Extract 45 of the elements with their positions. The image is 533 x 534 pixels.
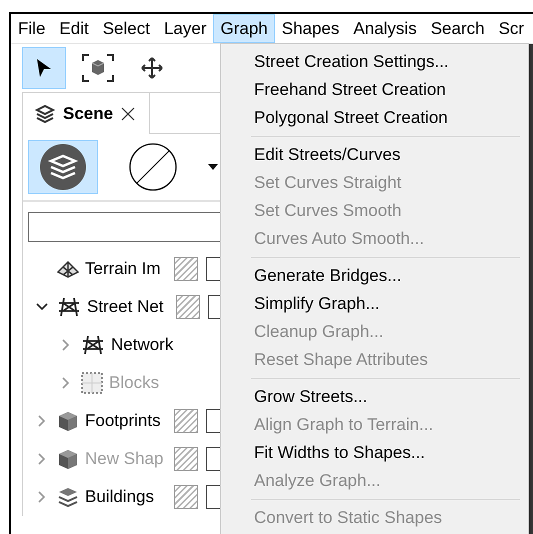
menu-item[interactable]: Street Creation Settings... [221, 48, 528, 76]
layer-name[interactable]: Network [111, 335, 197, 355]
menu-title[interactable]: Shapes [274, 14, 346, 43]
menu-item[interactable]: Fit Widths to Shapes... [221, 439, 528, 467]
pointer-icon [36, 58, 52, 78]
layers-icon [39, 143, 87, 191]
menu-item[interactable]: Edit Streets/Curves [221, 141, 528, 169]
menu-item[interactable]: Simplify Graph... [221, 290, 528, 318]
menu-item[interactable]: Grow Streets... [221, 383, 528, 411]
menu-title[interactable]: File [11, 14, 52, 43]
terrain-mesh-icon [57, 260, 79, 278]
layer-color-swatch[interactable] [176, 295, 200, 319]
layer-name[interactable]: Buildings [85, 487, 171, 507]
layer-name[interactable]: Footprints [85, 411, 171, 431]
layer-color-swatch[interactable] [174, 447, 198, 471]
close-icon[interactable] [121, 106, 136, 120]
layer-name[interactable]: Street Net [87, 297, 173, 317]
cube-icon [57, 410, 79, 432]
menu-item[interactable]: Polygonal Street Creation [221, 104, 528, 132]
scene-tab[interactable]: Scene [23, 93, 150, 134]
frame-cube-icon [81, 53, 115, 83]
layers-icon [35, 104, 55, 124]
tool-button[interactable] [22, 47, 66, 89]
menu-title[interactable]: Search [424, 14, 492, 43]
menu-title[interactable]: Graph [213, 14, 275, 43]
building-stack-icon [57, 486, 79, 508]
menu-item[interactable]: Freehand Street Creation [221, 76, 528, 104]
layer-color-swatch[interactable] [174, 409, 198, 433]
menu-title[interactable]: Edit [52, 14, 96, 43]
menu-title[interactable]: Scr [492, 14, 532, 43]
street-network-icon [81, 335, 105, 355]
layer-name[interactable]: Terrain Im [85, 259, 171, 279]
menu-item[interactable]: Generate Bridges... [221, 262, 528, 290]
menu-title[interactable]: Select [96, 14, 157, 43]
street-network-icon [57, 297, 81, 317]
style-mode-button[interactable] [28, 140, 98, 194]
no-style-icon [129, 143, 177, 191]
menu-title[interactable]: Analysis [346, 14, 424, 43]
cube-icon [57, 448, 79, 470]
layer-color-swatch[interactable] [174, 257, 198, 281]
dropdown-caret-icon[interactable] [208, 164, 218, 170]
layer-color-swatch[interactable] [174, 485, 198, 509]
menu-title[interactable]: Layer [156, 14, 214, 43]
move-icon [141, 57, 163, 79]
blocks-icon [81, 372, 103, 394]
